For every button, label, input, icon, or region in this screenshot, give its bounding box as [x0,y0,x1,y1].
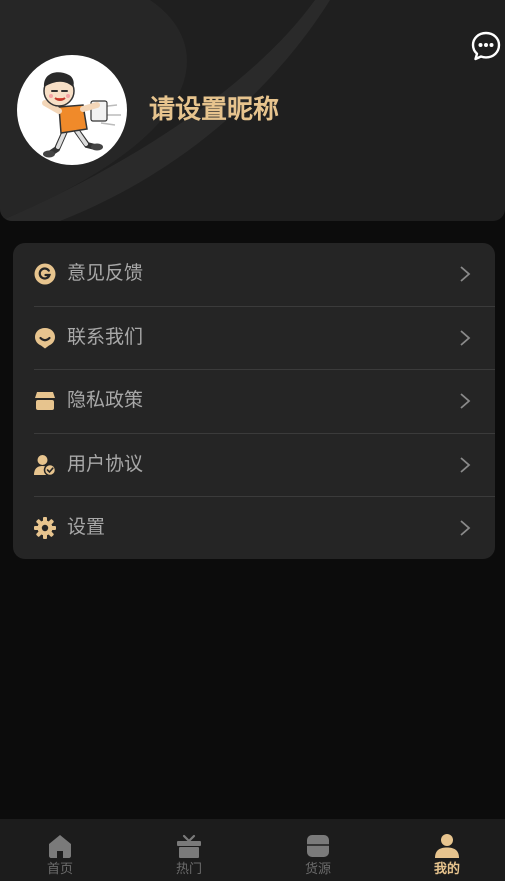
message-button[interactable] [470,30,502,62]
profile-header: 请设置昵称 [0,0,505,221]
chevron-right-icon [460,457,471,473]
menu-item-privacy[interactable]: 隐私政策 [13,370,495,433]
gift-icon [177,834,201,858]
chevron-right-icon [460,330,471,346]
menu-item-label: 设置 [67,516,106,538]
feedback-icon [34,263,56,285]
contact-icon [35,328,55,349]
menu-item-user-agreement[interactable]: 用户协议 [13,434,495,497]
menu-item-settings[interactable]: 设置 [13,497,495,559]
nickname[interactable]: 请设置昵称 [149,92,279,128]
privacy-icon [35,392,55,410]
menu-item-label: 隐私政策 [67,389,144,411]
chat-bubble-icon [471,31,501,61]
chevron-right-icon [460,266,471,282]
menu-item-feedback[interactable]: 意见反馈 [13,243,495,306]
tab-mine[interactable]: 我的 [384,819,505,881]
tab-supply[interactable]: 货源 [255,819,381,881]
avatar-image [42,72,121,158]
box-icon [307,835,329,857]
home-icon [49,835,71,858]
user-icon [435,834,459,858]
settings-icon [34,517,56,539]
tab-label: 首页 [46,862,73,877]
bottom-tab-bar: 首页 热门 货源 我的 [0,819,505,881]
avatar[interactable] [17,55,127,165]
chevron-right-icon [460,520,471,536]
menu-item-label: 用户协议 [67,453,144,475]
menu-item-label: 意见反馈 [67,262,144,284]
menu-item-contact[interactable]: 联系我们 [13,307,495,370]
tab-home[interactable]: 首页 [0,819,123,881]
tab-hot[interactable]: 热门 [126,819,252,881]
user-agreement-icon [34,455,56,476]
tab-label: 货源 [304,862,331,877]
menu-item-label: 联系我们 [67,326,144,348]
tab-label: 热门 [175,862,202,877]
menu-card: 意见反馈 联系我们 隐私政策 用户协议 设置 [13,243,495,559]
tab-label: 我的 [433,862,460,877]
chevron-right-icon [460,393,471,409]
